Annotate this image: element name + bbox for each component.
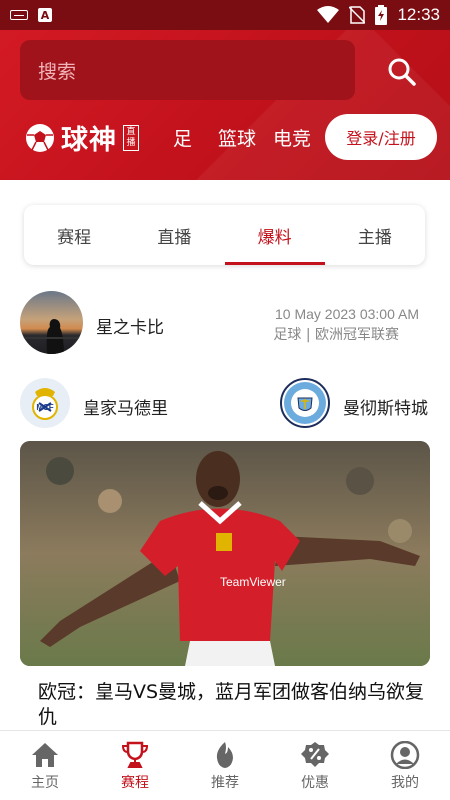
category-esports[interactable]: 电竞 xyxy=(273,124,311,151)
avatar-silhouette xyxy=(20,319,83,354)
nav-schedule[interactable]: 赛程 xyxy=(90,731,180,800)
nav-home[interactable]: 主页 xyxy=(0,731,90,800)
logo-badge: 直播 xyxy=(123,124,139,151)
discount-badge-icon xyxy=(301,742,329,767)
svg-text:TeamViewer: TeamViewer xyxy=(220,575,286,589)
tab-streamer[interactable]: 主播 xyxy=(325,205,425,265)
category-football[interactable]: 足 xyxy=(173,124,192,151)
status-time: 12:33 xyxy=(397,5,440,24)
status-bar: A 12:33 xyxy=(0,0,450,30)
author-name[interactable]: 星之卡比 xyxy=(96,313,164,338)
nav-offers-label: 优惠 xyxy=(301,775,329,791)
search-button[interactable] xyxy=(380,50,424,94)
nav-profile-label: 我的 xyxy=(391,775,419,791)
fire-icon xyxy=(216,742,233,768)
football-player-photo: TeamViewer xyxy=(20,441,430,666)
wifi-icon xyxy=(317,6,340,23)
search-placeholder: 搜索 xyxy=(38,60,77,83)
app-logo: 球神 直播 xyxy=(25,118,139,157)
nav-offers[interactable]: 优惠 xyxy=(270,731,360,800)
app-header: 搜索 球神 直播 足 篮球 电竞 登录/注册 xyxy=(0,30,450,180)
battery-icon xyxy=(375,5,388,25)
nav-schedule-label: 赛程 xyxy=(121,775,149,791)
home-team-name[interactable]: 皇家马德里 xyxy=(83,394,168,419)
content-tabs: 赛程 直播 爆料 主播 xyxy=(24,205,425,265)
nav-home-label: 主页 xyxy=(31,775,59,791)
logo-text: 球神 xyxy=(61,125,117,156)
tab-schedule[interactable]: 赛程 xyxy=(24,205,124,265)
post-date: 10 May 2023 03:00 AM xyxy=(275,306,419,322)
a-icon: A xyxy=(38,8,52,22)
tab-news[interactable]: 爆料 xyxy=(224,205,326,265)
home-icon xyxy=(32,743,58,767)
away-team-name[interactable]: 曼彻斯特城 xyxy=(343,394,428,419)
post-league: 足球 | 欧洲冠军联赛 xyxy=(273,327,399,343)
football-logo-icon xyxy=(26,123,54,152)
manchester-city-logo-icon[interactable] xyxy=(280,378,330,428)
svg-text:MCF: MCF xyxy=(36,403,53,412)
keyboard-icon xyxy=(10,10,28,20)
real-madrid-logo-icon[interactable]: MCF xyxy=(20,378,70,428)
login-register-button[interactable]: 登录/注册 xyxy=(325,114,437,160)
search-input[interactable]: 搜索 xyxy=(20,40,355,100)
bottom-navigation: 主页 赛程 推荐 优惠 我的 xyxy=(0,730,450,800)
no-sim-icon xyxy=(349,6,366,24)
nav-recommend-label: 推荐 xyxy=(211,775,239,791)
user-icon xyxy=(390,741,420,769)
nav-profile[interactable]: 我的 xyxy=(360,731,450,800)
category-basketball[interactable]: 篮球 xyxy=(218,124,256,151)
nav-recommend[interactable]: 推荐 xyxy=(180,731,270,800)
search-icon xyxy=(388,58,416,86)
author-avatar[interactable] xyxy=(20,291,83,354)
trophy-icon xyxy=(121,741,149,768)
tab-live[interactable]: 直播 xyxy=(124,205,224,265)
article-image[interactable]: TeamViewer xyxy=(20,441,430,666)
article-title[interactable]: 欧冠：皇马VS曼城，蓝月军团做客伯纳乌欲复仇 xyxy=(38,680,428,730)
